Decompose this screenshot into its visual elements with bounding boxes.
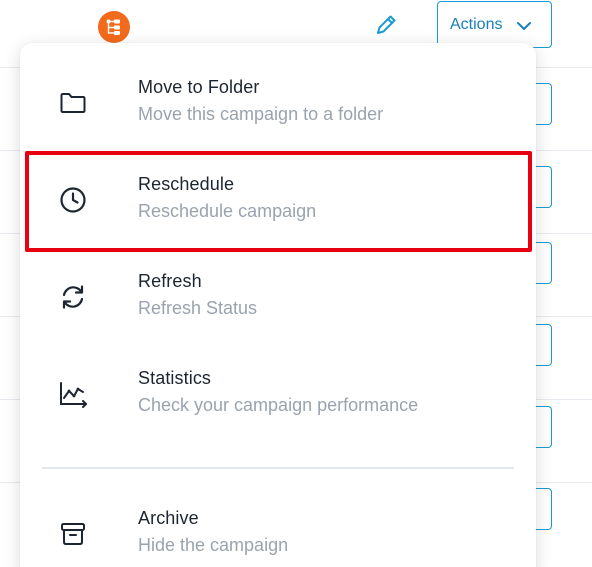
folder-icon [58,88,88,118]
archive-icon [58,519,88,549]
chevron-down-icon [517,21,532,30]
page: Actions Move to Folder Move this campaig… [0,0,592,567]
menu-item-reschedule[interactable]: Reschedule Reschedule campaign [20,152,536,248]
chart-icon [58,379,88,409]
menu-item-move-to-folder[interactable]: Move to Folder Move this campaign to a f… [20,55,536,151]
menu-divider [42,467,514,469]
menu-item-subtitle: Check your campaign performance [138,395,419,415]
menu-item-title: Reschedule [138,174,235,194]
flow-chart-icon[interactable] [98,11,130,43]
actions-button[interactable]: Actions [437,1,552,48]
menu-item-title: Move to Folder [138,77,260,97]
clock-icon [58,185,88,215]
menu-item-statistics[interactable]: Statistics Check your campaign performan… [20,346,536,442]
menu-item-title: Statistics [138,368,212,388]
menu-item-title: Archive [138,508,199,528]
refresh-icon [58,282,88,312]
menu-item-archive[interactable]: Archive Hide the campaign [20,486,536,567]
actions-dropdown-menu: Move to Folder Move this campaign to a f… [20,43,536,567]
actions-button-label: Actions [450,15,503,33]
menu-item-subtitle: Hide the campaign [138,535,289,555]
menu-item-subtitle: Move this campaign to a folder [138,104,384,124]
pencil-icon[interactable] [373,12,399,38]
menu-item-refresh[interactable]: Refresh Refresh Status [20,249,536,345]
menu-item-subtitle: Refresh Status [138,298,258,318]
menu-item-subtitle: Reschedule campaign [138,201,317,221]
menu-item-title: Refresh [138,271,202,291]
